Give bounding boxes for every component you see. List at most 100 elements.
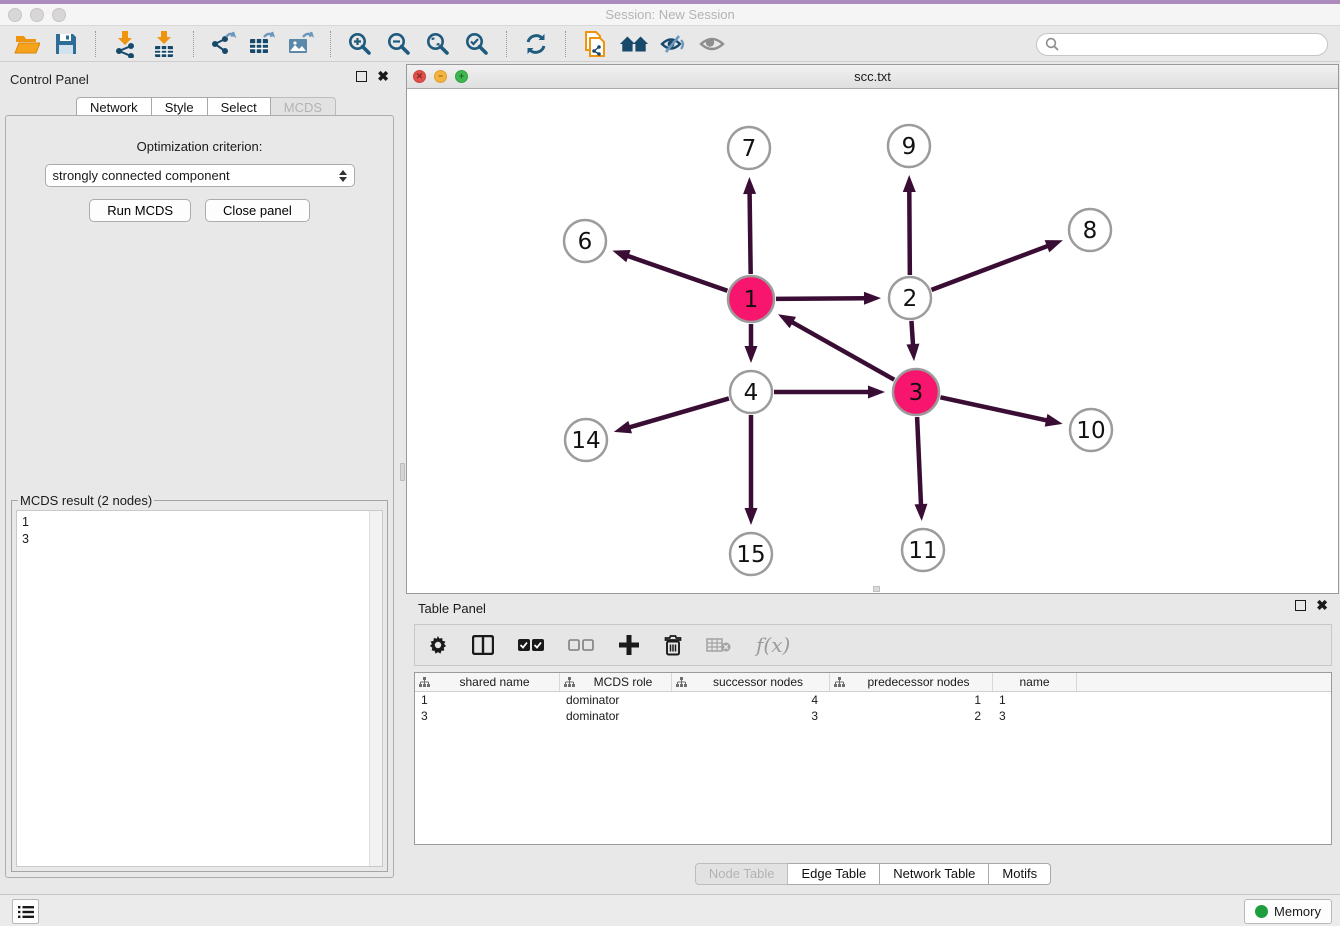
graph-node-8[interactable]: 8 [1069, 209, 1111, 251]
network-view-window: ✕ − + scc.txt 7 9 6 8 1 2 4 3 14 10 15 11 [406, 64, 1339, 594]
cell-predecessor-nodes[interactable]: 2 [830, 708, 993, 724]
graph-node-2[interactable]: 2 [889, 277, 931, 319]
table-settings-gear-icon[interactable] [428, 632, 448, 658]
close-panel-button[interactable]: Close panel [205, 199, 310, 222]
float-table-panel-icon[interactable] [1295, 600, 1306, 611]
edge-1-to-6[interactable] [627, 256, 728, 291]
edge-1-to-7[interactable] [750, 192, 751, 274]
save-session-icon[interactable] [51, 30, 81, 58]
add-row-icon[interactable] [618, 632, 640, 658]
graph-node-15[interactable]: 15 [730, 533, 772, 575]
panel-divider[interactable] [399, 62, 406, 894]
cell-shared-name[interactable]: 3 [415, 708, 560, 724]
export-table-icon[interactable] [247, 30, 277, 58]
graph-node-7[interactable]: 7 [728, 127, 770, 169]
cell-successor-nodes[interactable]: 3 [672, 708, 830, 724]
cell-shared-name[interactable]: 1 [415, 692, 560, 708]
graph-node-1[interactable]: 1 [728, 276, 774, 322]
table-tab-edge-table[interactable]: Edge Table [788, 863, 880, 885]
edge-arrowhead [903, 175, 916, 192]
column-header-predecessor-nodes[interactable]: predecessor nodes [830, 673, 993, 691]
column-header-name[interactable]: name [993, 673, 1077, 691]
cell-successor-nodes[interactable]: 4 [672, 692, 830, 708]
home-icon[interactable] [619, 30, 649, 58]
table-tab-network-table[interactable]: Network Table [880, 863, 989, 885]
edge-3-to-11[interactable] [917, 417, 921, 506]
graph-node-10[interactable]: 10 [1070, 409, 1112, 451]
export-network-icon[interactable] [208, 30, 238, 58]
function-builder-icon[interactable]: f(x) [756, 632, 790, 658]
node-label: 11 [908, 538, 937, 564]
delete-table-icon[interactable] [706, 632, 732, 658]
zoom-selected-icon[interactable] [462, 30, 492, 58]
network-window-titlebar[interactable]: ✕ − + scc.txt [407, 65, 1338, 89]
zoom-in-icon[interactable] [345, 30, 375, 58]
edge-arrowhead [1045, 414, 1063, 427]
select-all-checks-icon[interactable] [518, 632, 544, 658]
import-table-icon[interactable] [149, 30, 179, 58]
open-session-icon[interactable] [12, 30, 42, 58]
node-label: 10 [1076, 418, 1105, 444]
edge-3-to-1[interactable] [791, 322, 894, 380]
node-label: 4 [744, 380, 759, 406]
divider-grip[interactable] [400, 463, 405, 481]
cell-mcds-role[interactable]: dominator [560, 708, 672, 724]
column-header-shared-name[interactable]: shared name [415, 673, 560, 691]
column-visibility-icon[interactable] [472, 632, 494, 658]
copy-network-icon[interactable] [580, 30, 610, 58]
column-header-successor-nodes[interactable]: successor nodes [672, 673, 830, 691]
canvas-resize-grip[interactable] [873, 586, 880, 592]
cell-predecessor-nodes[interactable]: 1 [830, 692, 993, 708]
memory-button[interactable]: Memory [1244, 899, 1332, 924]
control-panel-title: Control Panel [10, 72, 89, 87]
refresh-layout-icon[interactable] [521, 30, 551, 58]
edge-4-to-14[interactable] [628, 398, 729, 427]
show-eye-icon[interactable] [697, 30, 727, 58]
hide-eye-icon[interactable] [658, 30, 688, 58]
table-row[interactable]: 3dominator323 [415, 708, 1331, 724]
edge-2-to-8[interactable] [932, 246, 1049, 290]
task-history-button[interactable] [12, 899, 39, 924]
close-panel-icon[interactable]: ✖ [377, 71, 389, 82]
cell-name[interactable]: 3 [993, 708, 1077, 724]
graph-node-14[interactable]: 14 [565, 419, 607, 461]
network-canvas[interactable]: 7 9 6 8 1 2 4 3 14 10 15 11 [407, 90, 1338, 593]
table-row[interactable]: 1dominator411 [415, 692, 1331, 708]
search-field[interactable] [1036, 33, 1328, 56]
edge-3-to-10[interactable] [940, 397, 1048, 420]
zoom-fit-icon[interactable] [423, 30, 453, 58]
node-table[interactable]: shared nameMCDS rolesuccessor nodesprede… [414, 672, 1332, 845]
graph-node-4[interactable]: 4 [730, 371, 772, 413]
edge-arrowhead [914, 504, 927, 521]
optimization-criterion-select[interactable]: strongly connected component [45, 164, 355, 187]
edge-2-to-3[interactable] [911, 321, 913, 346]
mcds-result-box[interactable]: 1 3 [16, 510, 383, 867]
graph-node-6[interactable]: 6 [564, 220, 606, 262]
table-tab-motifs[interactable]: Motifs [989, 863, 1051, 885]
deselect-all-checks-icon[interactable] [568, 632, 594, 658]
edge-2-to-9[interactable] [909, 190, 910, 275]
table-tab-node-table[interactable]: Node Table [695, 863, 789, 885]
network-graph[interactable]: 7 9 6 8 1 2 4 3 14 10 15 11 [407, 90, 1338, 594]
edge-1-to-2[interactable] [776, 298, 866, 299]
search-input[interactable] [1064, 37, 1319, 52]
close-table-panel-icon[interactable]: ✖ [1316, 600, 1328, 611]
float-panel-icon[interactable] [356, 71, 367, 82]
export-image-icon[interactable] [286, 30, 316, 58]
run-mcds-button[interactable]: Run MCDS [89, 199, 191, 222]
memory-label: Memory [1274, 904, 1321, 919]
cell-mcds-role[interactable]: dominator [560, 692, 672, 708]
shared-column-icon [564, 677, 575, 687]
graph-node-3[interactable]: 3 [893, 369, 939, 415]
import-network-icon[interactable] [110, 30, 140, 58]
result-scrollbar[interactable] [369, 511, 382, 866]
cell-name[interactable]: 1 [993, 692, 1077, 708]
column-header-mcds-role[interactable]: MCDS role [560, 673, 672, 691]
edge-arrowhead [868, 386, 885, 399]
control-panel: Control Panel ✖ NetworkStyleSelectMCDS O… [0, 62, 399, 894]
table-tabs: Node TableEdge TableNetwork TableMotifs [406, 863, 1340, 885]
graph-node-9[interactable]: 9 [888, 125, 930, 167]
delete-rows-trash-icon[interactable] [664, 632, 682, 658]
graph-node-11[interactable]: 11 [902, 529, 944, 571]
zoom-out-icon[interactable] [384, 30, 414, 58]
